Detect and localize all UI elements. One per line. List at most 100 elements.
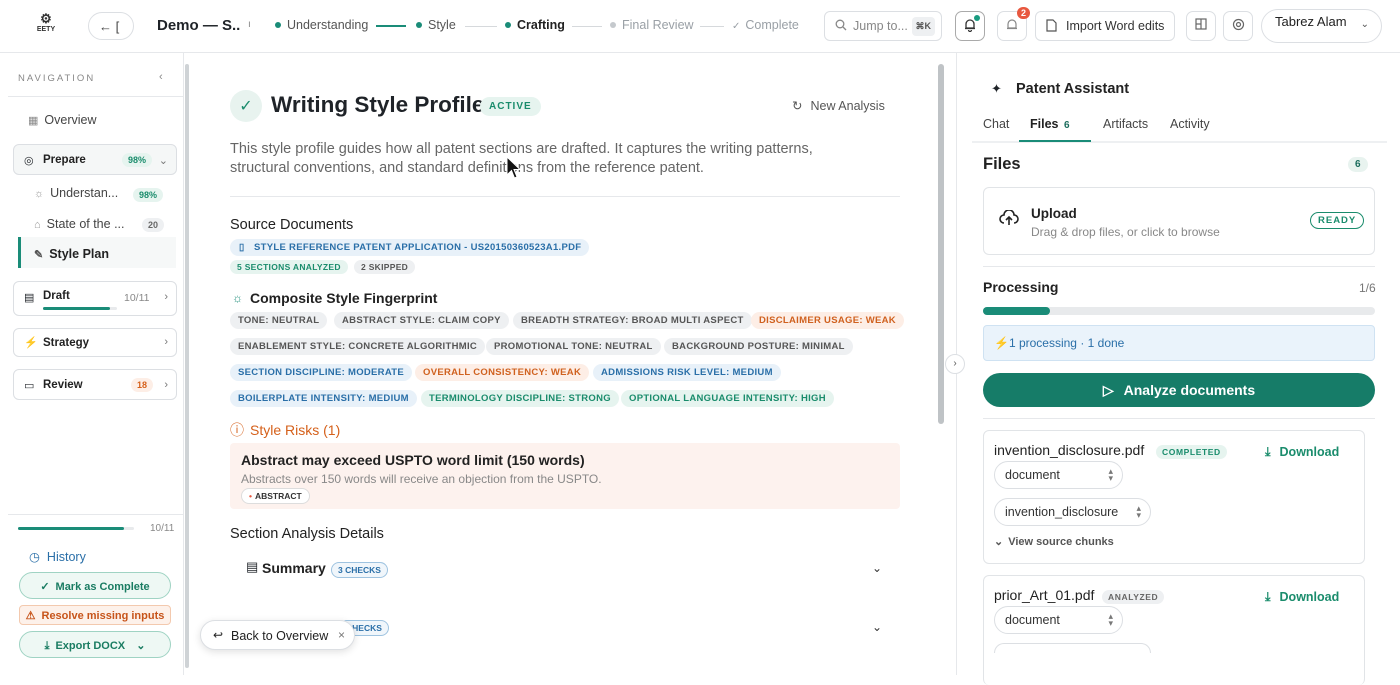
export-docx-button[interactable]: ⤓ Export DOCX ⌄ [19, 631, 171, 658]
search-icon [835, 19, 847, 34]
select-arrows-icon: ▴ ▾ [1108, 466, 1113, 483]
cloud-upload-icon [999, 209, 1019, 231]
inbox-icon: ▭ [24, 380, 35, 392]
chevron-down-icon: ⌄ [158, 155, 168, 167]
sections-analyzed-badge: 5 SECTIONS ANALYZED [230, 260, 348, 274]
chevron-down-icon[interactable]: ⌄ [872, 620, 882, 634]
bell-button[interactable] [955, 11, 985, 41]
download-button[interactable]: ⤓ Download [1265, 445, 1339, 460]
file-tag-select[interactable] [994, 643, 1151, 653]
sidebar-item-overview[interactable]: ▦ Overview [28, 113, 97, 127]
upload-title: Upload [1031, 206, 1077, 221]
processing-progress-bar [983, 307, 1375, 315]
step-dot-icon [275, 21, 281, 28]
import-word-edits-button[interactable]: Import Word edits [1035, 11, 1175, 41]
gear-icon [1232, 18, 1245, 34]
step-dot-icon [610, 21, 616, 28]
file-icon [1046, 19, 1057, 35]
section-name: Summary [262, 560, 326, 576]
nav-label: NAVIGATION [18, 73, 96, 84]
file-type-select[interactable]: document ▴ ▾ [994, 461, 1123, 489]
mark-complete-button[interactable]: ✓ Mark as Complete [19, 572, 171, 599]
step-style[interactable]: Style [416, 18, 456, 32]
view-source-chunks-link[interactable]: ⌄ View source chunks [994, 535, 1114, 548]
divider [8, 96, 184, 97]
collapse-sidebar-icon[interactable]: ‹ [159, 71, 163, 83]
upload-dropzone[interactable]: Upload Drag & drop files, or click to br… [983, 187, 1375, 255]
file-tag-select[interactable]: invention_disclosure ▴ ▾ [994, 498, 1151, 526]
tab-chat[interactable]: Chat [983, 117, 1009, 131]
draft-progress-bar [43, 307, 117, 310]
tab-files[interactable]: Files [1030, 117, 1059, 131]
sidebar-item-draft[interactable]: ▤ Draft 10/11 › [13, 281, 177, 316]
step-final-review[interactable]: Final Review [610, 18, 694, 32]
grid-icon: ▦ [28, 115, 39, 127]
fingerprint-heading: Composite Style Fingerprint [250, 290, 438, 306]
logo[interactable]: ⚙ EETY [30, 12, 62, 38]
fingerprint-tag: SECTION DISCIPLINE: MODERATE [230, 364, 413, 381]
files-count-badge: 6 [1348, 157, 1368, 172]
analyze-documents-button[interactable]: ▷ Analyze documents [983, 373, 1375, 407]
status-badge: ACTIVE [480, 97, 541, 116]
sidebar-item-prepare[interactable]: ◎ Prepare 98% ⌄ [13, 144, 177, 175]
fingerprint-tag: BOILERPLATE INTENSITY: MEDIUM [230, 390, 417, 407]
back-to-overview-toast[interactable]: ↩ Back to Overview × [200, 620, 355, 650]
page-description: This style profile guides how all patent… [230, 141, 813, 176]
layout-button[interactable] [1186, 11, 1216, 41]
check-circle-icon: ✓ [230, 90, 262, 122]
download-button[interactable]: ⤓ Download [1265, 590, 1339, 605]
sidebar-item-state-of-art[interactable]: ⌂ State of the ... [34, 217, 124, 231]
chevron-down-icon[interactable]: ⌄ [872, 561, 882, 575]
fingerprint-tag: PROMOTIONAL TONE: NEUTRAL [486, 338, 661, 355]
active-tab-indicator [1019, 140, 1091, 142]
step-crafting[interactable]: Crafting [505, 18, 565, 32]
user-name: Tabrez Alam [1275, 14, 1347, 29]
document-icon: ▤ [24, 292, 35, 304]
back-button[interactable]: ← [ [88, 12, 134, 40]
resolve-missing-inputs-button[interactable]: ⚠ Resolve missing inputs [19, 605, 171, 625]
history-link[interactable]: ◷ History [29, 549, 86, 564]
select-arrows-icon: ▴ ▾ [1136, 503, 1141, 520]
close-icon[interactable]: × [338, 628, 345, 642]
sidebar-item-understanding[interactable]: ☼ Understan... [34, 186, 118, 200]
file-card: prior_Art_01.pdf ANALYZED ⤓ Download docu… [983, 575, 1365, 685]
fingerprint-tag: ENABLEMENT STYLE: CONCRETE ALGORITHMIC [230, 338, 486, 355]
alert-circle-icon: ⓘ [230, 422, 244, 438]
page-title: Writing Style Profile [271, 92, 485, 117]
source-documents-heading: Source Documents [230, 217, 354, 233]
tab-activity[interactable]: Activity [1170, 117, 1210, 131]
source-document-chip[interactable]: ▯ STYLE REFERENCE PATENT APPLICATION - US… [230, 239, 590, 256]
mouse-cursor-icon [506, 156, 522, 179]
risk-title: Abstract may exceed USPTO word limit (15… [241, 452, 585, 468]
file-type-select[interactable]: document ▴ ▾ [994, 606, 1123, 634]
new-analysis-button[interactable]: ↻ New Analysis [792, 98, 885, 113]
risk-section-tag: • ABSTRACT [241, 488, 310, 504]
divider [230, 196, 900, 197]
step-connector [572, 26, 602, 27]
style-risks-heading: ⓘ Style Risks (1) [230, 422, 341, 438]
notifications-button[interactable]: 2 [997, 7, 1030, 41]
sidebar-item-review[interactable]: ▭ Review 18 › [13, 369, 177, 400]
main-scrollbar[interactable] [938, 64, 944, 424]
step-complete[interactable]: ✓ Complete [732, 18, 799, 32]
bell-icon [963, 19, 977, 35]
sidebar-item-strategy[interactable]: ⚡ Strategy › [13, 328, 177, 357]
file-status-badge: COMPLETED [1156, 445, 1227, 459]
dot-icon: • [249, 491, 252, 501]
step-understanding[interactable]: Understanding [275, 18, 368, 32]
bolt-icon: ⚡ [24, 337, 38, 349]
fingerprint-tag: DISCLAIMER USAGE: WEAK [751, 312, 904, 329]
fingerprint-tag: ADMISSIONS RISK LEVEL: MEDIUM [593, 364, 781, 381]
panel-toggle-chevron-icon[interactable]: › [945, 354, 965, 374]
chevron-right-icon: › [164, 336, 168, 348]
document-icon: ▤ [246, 559, 259, 574]
divider [8, 514, 184, 515]
tab-artifacts[interactable]: Artifacts [1103, 117, 1148, 131]
settings-button[interactable] [1223, 11, 1253, 41]
sidebar-item-style-plan[interactable]: ✎ Style Plan [34, 247, 109, 261]
step-dot-icon [416, 21, 422, 28]
user-menu[interactable]: Tabrez Alam ⌄ [1261, 9, 1382, 43]
jump-to-search[interactable]: Jump to... ⌘K [824, 11, 942, 41]
target-icon: ◎ [24, 155, 34, 167]
fingerprint-tag: OVERALL CONSISTENCY: WEAK [415, 364, 590, 381]
